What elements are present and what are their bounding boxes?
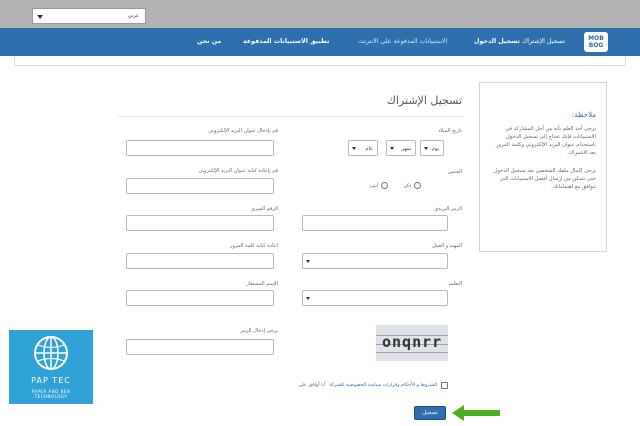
terms-checkbox[interactable] bbox=[441, 382, 448, 389]
occupation-select[interactable] bbox=[302, 253, 448, 269]
gender-female-option[interactable]: أنثى bbox=[370, 182, 389, 189]
submit-button[interactable]: تسجيل bbox=[414, 406, 446, 420]
birthdate-label: تاريخ الميلاد bbox=[437, 128, 462, 134]
month-select[interactable]: شهر bbox=[386, 140, 416, 156]
password-label: الرقم السري bbox=[250, 206, 278, 212]
occupation-label: المهنة و العمل bbox=[432, 243, 462, 249]
language-select[interactable]: عربي bbox=[32, 8, 146, 24]
chevron-down-icon bbox=[306, 297, 310, 300]
nav-link-paid-surveys[interactable]: الاستبيانات المدفوعة على الانترنت bbox=[358, 38, 447, 45]
education-label: التعليم bbox=[448, 281, 462, 287]
day-select[interactable]: يوم bbox=[420, 140, 444, 156]
title-divider bbox=[118, 116, 464, 117]
note-paragraph: يرجى إكمال ملفك الشخصي بعد تسجيل الدخول … bbox=[493, 168, 596, 190]
nav-subbar bbox=[14, 56, 626, 66]
note-box: ملاحظة: يرجى أخذ العلم بأنه من أجل المشا… bbox=[479, 82, 607, 252]
password-confirm-label: اعادة كتابة كلمة المرور bbox=[230, 243, 278, 249]
education-select[interactable] bbox=[302, 290, 448, 306]
terms-row: الشروط و الأحكام وقرارات سياسة الخصوصية … bbox=[290, 382, 448, 389]
year-select[interactable]: عام bbox=[348, 140, 378, 156]
watermark-name: PAP TEC bbox=[31, 376, 71, 385]
chevron-down-icon bbox=[424, 147, 428, 150]
password-input[interactable] bbox=[126, 215, 274, 231]
captcha-input[interactable] bbox=[126, 339, 274, 355]
postal-code-input[interactable] bbox=[302, 215, 448, 231]
chevron-down-icon bbox=[352, 147, 356, 150]
captcha-image: onqnrr bbox=[376, 325, 448, 361]
email-label: قم بإدخال عنوان البريد الإلكتروني bbox=[208, 128, 278, 134]
nav-link-login[interactable]: تسجيل الدخول bbox=[474, 38, 520, 45]
captcha-text: onqnrr bbox=[382, 333, 443, 351]
email-input[interactable] bbox=[126, 140, 274, 156]
postal-code-label: الرمز البريدي bbox=[434, 206, 462, 212]
email-confirm-input[interactable] bbox=[126, 178, 274, 194]
note-title: ملاحظة: bbox=[571, 111, 596, 119]
username-input[interactable] bbox=[126, 290, 274, 306]
email-confirm-label: قم بإعادة كتابة عنوان البريد الإلكتروني bbox=[198, 168, 278, 174]
gender-male-radio[interactable] bbox=[414, 182, 422, 189]
pap-tec-watermark: PAP TEC PAPER AND BEN TECHNOLOGY bbox=[9, 330, 93, 404]
note-paragraph: يرجى أخذ العلم بأنه من أجل المشاركة في ا… bbox=[495, 126, 596, 156]
gender-male-option[interactable]: ذكر bbox=[404, 182, 422, 189]
chevron-down-icon bbox=[390, 147, 394, 150]
site-logo[interactable]: MOB BOG bbox=[584, 32, 608, 52]
watermark-subtitle: PAPER AND BEN TECHNOLOGY bbox=[31, 389, 71, 399]
gender-label: الجنس bbox=[447, 169, 462, 175]
username-label: الإسم المستعار bbox=[246, 281, 278, 287]
password-confirm-input[interactable] bbox=[126, 253, 274, 269]
nav-link-about[interactable]: من نحن bbox=[197, 38, 221, 45]
nav-link-register[interactable]: تسجيل الإشتراك bbox=[522, 38, 565, 45]
page-title: تسجيل الإشتراك bbox=[386, 94, 462, 107]
gender-female-radio[interactable] bbox=[381, 182, 389, 189]
terms-link[interactable]: الشروط و الأحكام وقرارات سياسة الخصوصية … bbox=[329, 383, 437, 388]
terms-suffix: أنا أوافق على bbox=[298, 383, 326, 388]
chevron-down-icon bbox=[37, 15, 43, 19]
globe-icon bbox=[34, 336, 68, 370]
arrow-left-icon bbox=[452, 405, 500, 421]
language-select-value: عربي bbox=[127, 13, 139, 19]
nav-link-surveys-app[interactable]: تطبيق الاستبيانات المدفوعة bbox=[243, 38, 329, 45]
captcha-input-label: يرجى إدخال الرمز bbox=[240, 328, 278, 334]
chevron-down-icon bbox=[306, 260, 310, 263]
